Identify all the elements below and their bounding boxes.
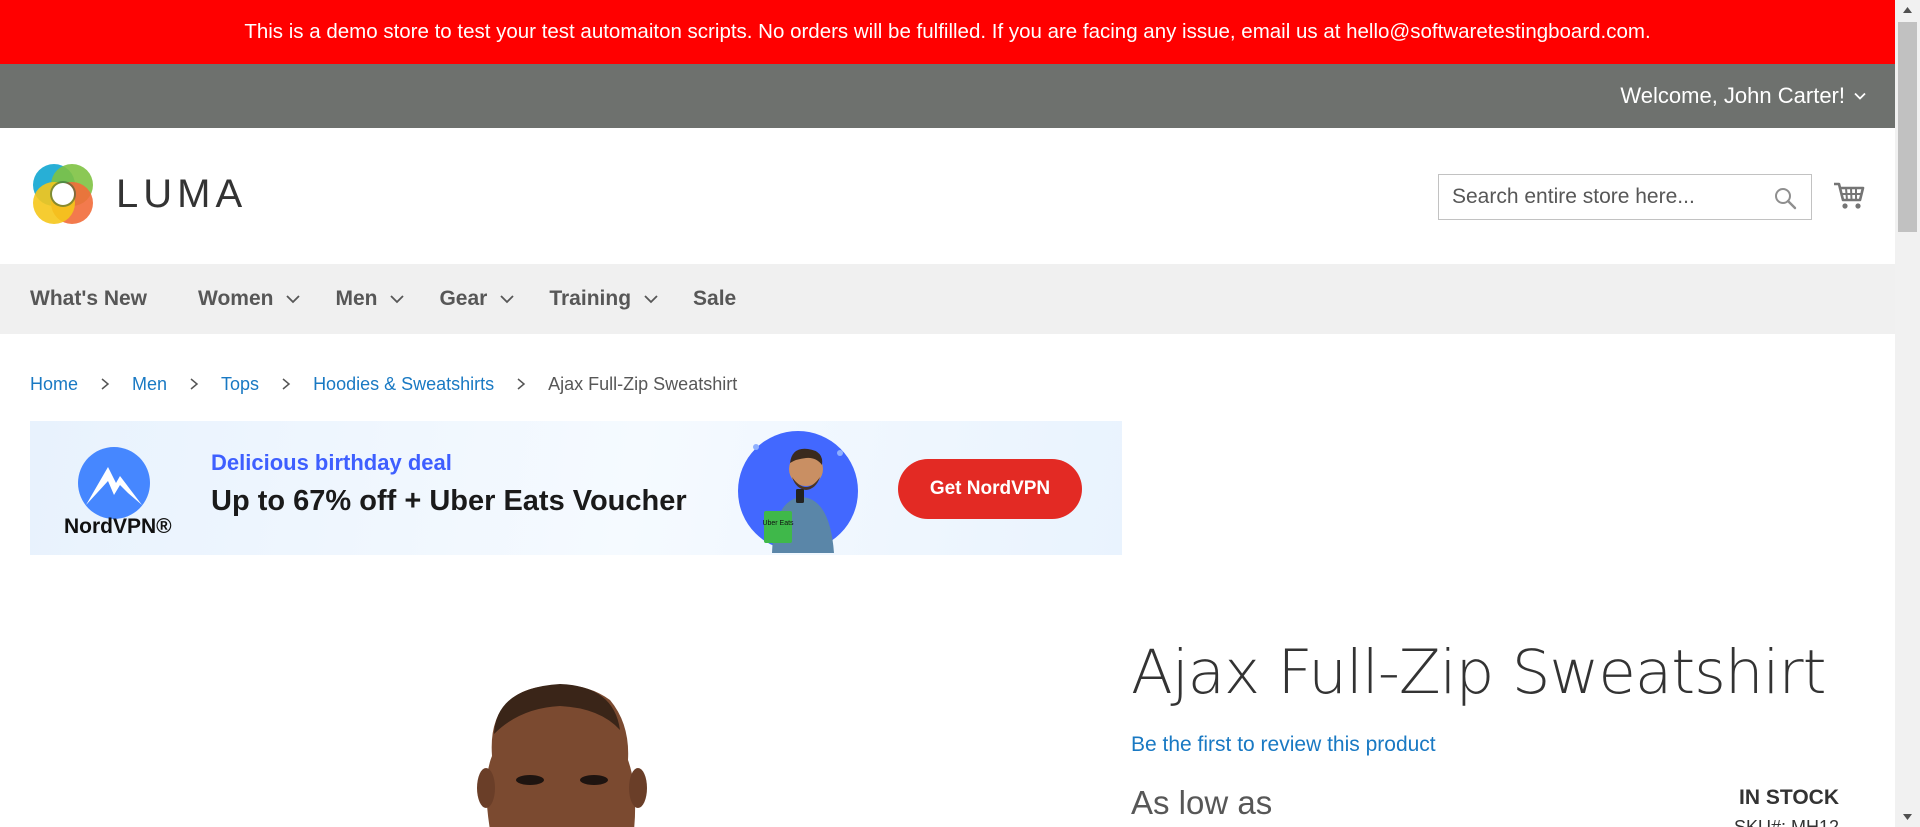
cart-icon[interactable]: [1832, 178, 1866, 212]
product-sku: SKU#: MH12: [1733, 817, 1839, 827]
luma-logo-icon: [33, 164, 93, 224]
scrollbar-thumb[interactable]: [1898, 22, 1917, 232]
chevron-right-icon: [282, 378, 291, 390]
stock-status: IN STOCK: [1739, 786, 1839, 809]
product-title: Ajax Full-Zip Sweatshirt: [1131, 637, 1827, 708]
main-navigation: What's New Women Men Gear Training Sale: [0, 264, 1895, 334]
search-icon[interactable]: [1773, 186, 1797, 210]
breadcrumb-link-men[interactable]: Men: [132, 374, 167, 395]
vertical-scrollbar[interactable]: [1895, 0, 1920, 827]
chevron-down-icon: [286, 295, 301, 304]
get-nordvpn-button[interactable]: Get NordVPN: [898, 459, 1082, 519]
nordvpn-ad-banner[interactable]: NordVPN® Delicious birthday deal Up to 6…: [30, 421, 1122, 555]
nav-item-sale[interactable]: Sale: [693, 264, 736, 334]
nav-item-label: Women: [198, 287, 274, 310]
product-image[interactable]: [430, 660, 710, 827]
logo-wordmark: LUMA: [116, 171, 248, 216]
nav-item-training[interactable]: Training: [549, 264, 659, 334]
store-logo[interactable]: LUMA: [30, 161, 247, 227]
price-label: As low as: [1131, 784, 1273, 821]
scroll-up-arrow-icon[interactable]: [1895, 0, 1920, 20]
nav-item-gear[interactable]: Gear: [439, 264, 515, 334]
ad-brand-name: NordVPN®: [64, 515, 172, 538]
breadcrumb-link-tops[interactable]: Tops: [221, 374, 259, 395]
search-input[interactable]: [1439, 175, 1772, 219]
breadcrumb-link-hoodies-sweatshirts[interactable]: Hoodies & Sweatshirts: [313, 374, 494, 395]
customer-welcome-toggle[interactable]: Welcome, John Carter!: [1620, 64, 1867, 128]
chevron-right-icon: [517, 378, 526, 390]
nav-item-women[interactable]: Women: [198, 264, 301, 334]
add-review-link[interactable]: Be the first to review this product: [1131, 733, 1436, 757]
ad-person-illustration: Uber Eats: [738, 431, 858, 553]
breadcrumb-current: Ajax Full-Zip Sweatshirt: [548, 373, 738, 394]
nav-item-label: Sale: [693, 287, 737, 310]
nav-item-label: What's New: [30, 287, 148, 310]
page: This is a demo store to test your test a…: [0, 0, 1895, 827]
nav-item-label: Men: [335, 287, 378, 310]
scroll-down-arrow-icon[interactable]: [1895, 807, 1920, 827]
demo-notice-banner: This is a demo store to test your test a…: [0, 0, 1895, 64]
search-form: [1438, 174, 1812, 220]
ad-kicker: Delicious birthday deal: [211, 450, 452, 475]
nav-item-men[interactable]: Men: [335, 264, 405, 334]
nav-item-label: Training: [549, 287, 632, 310]
top-bar: Welcome, John Carter!: [0, 64, 1895, 128]
chevron-right-icon: [101, 378, 110, 390]
ad-headline: Up to 67% off + Uber Eats Voucher: [211, 485, 687, 517]
chevron-down-icon: [500, 295, 514, 304]
site-header: LUMA: [0, 128, 1895, 264]
nav-item-label: Gear: [439, 287, 488, 310]
chevron-down-icon: [390, 295, 405, 304]
chevron-down-icon: [1854, 92, 1866, 100]
chevron-right-icon: [190, 378, 199, 390]
welcome-text: Welcome, John Carter!: [1620, 83, 1845, 108]
breadcrumb: Home Men Tops Hoodies & Sweatshirts Ajax…: [30, 371, 737, 397]
nav-item-whats-new[interactable]: What's New: [30, 264, 147, 334]
chevron-down-icon: [644, 295, 658, 304]
breadcrumb-link-home[interactable]: Home: [30, 374, 78, 395]
ad-bag-text: Uber Eats: [762, 520, 794, 527]
demo-notice-text: This is a demo store to test your test a…: [244, 20, 1651, 43]
